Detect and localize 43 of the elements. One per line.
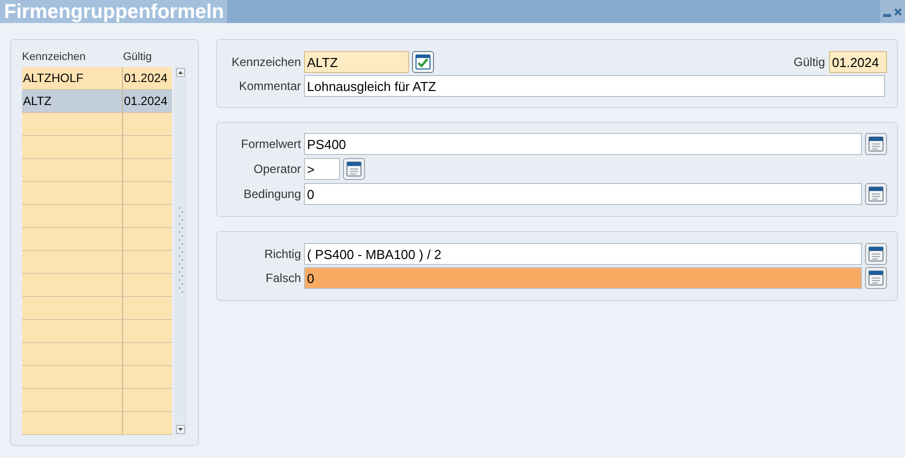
notepad-icon <box>868 186 884 202</box>
list-row[interactable]: ALTZHOLF 01.2024 <box>22 67 172 90</box>
table-cell-text: 01.2024 <box>123 70 168 87</box>
column-header: Kennzeichen <box>22 50 87 66</box>
input-field[interactable]: ALTZ <box>304 51 409 73</box>
input-field[interactable]: > <box>304 158 340 180</box>
field-label: Gültig <box>794 54 825 71</box>
notepad-icon <box>868 270 884 286</box>
field-label: Bedingung <box>242 186 301 203</box>
close-button[interactable] <box>893 6 903 16</box>
field-label: Operator <box>252 161 301 178</box>
input-field[interactable]: ( PS400 - MBA100 ) / 2 <box>304 243 862 265</box>
input-field[interactable]: Lohnausgleich für ATZ <box>304 75 885 97</box>
confirm-button[interactable] <box>412 51 434 73</box>
scroll-up-icon <box>176 68 186 77</box>
table-cell-text: 01.2024 <box>123 93 168 110</box>
field-label: Kommentar <box>238 78 301 95</box>
table-cell: ALTZHOLF <box>22 67 123 89</box>
checkmark-icon <box>415 54 431 70</box>
picker-button[interactable] <box>343 158 365 180</box>
field-label: Richtig <box>263 246 301 263</box>
picker-button[interactable] <box>865 267 887 289</box>
field-label: Formelwert <box>240 136 301 153</box>
notepad-icon <box>868 136 884 152</box>
input-field[interactable]: 0 <box>304 267 862 289</box>
scrollbar[interactable] <box>174 67 187 435</box>
column-header: Gültig <box>123 50 152 66</box>
input-field[interactable]: 0 <box>304 183 862 205</box>
input-field[interactable]: 01.2024 <box>829 51 887 73</box>
list-row[interactable]: ALTZ 01.2024 <box>22 90 172 113</box>
field-label: Falsch <box>264 270 301 287</box>
table-cell: ALTZ <box>22 90 123 112</box>
field-label: Kennzeichen <box>230 54 301 71</box>
picker-button[interactable] <box>865 183 887 205</box>
window-title: Firmengruppenformeln <box>3 2 224 22</box>
minimize-icon <box>883 14 891 16</box>
close-icon <box>894 8 902 16</box>
scroll-down-icon <box>176 425 186 434</box>
picker-button[interactable] <box>865 133 887 155</box>
input-field[interactable]: PS400 <box>304 133 862 155</box>
notepad-icon <box>868 246 884 262</box>
picker-button[interactable] <box>865 243 887 265</box>
notepad-icon <box>346 161 362 177</box>
